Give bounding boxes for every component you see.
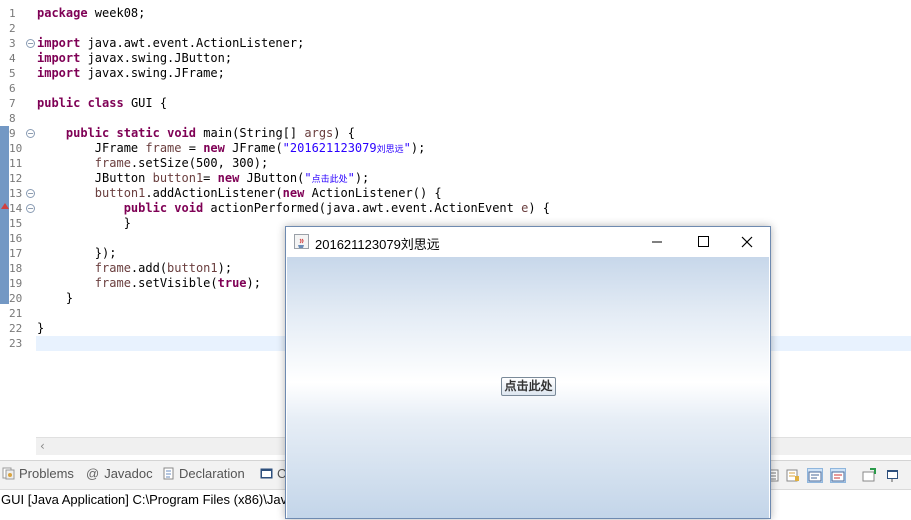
window-title-bar[interactable]: 201621123079刘思远: [286, 227, 770, 257]
maximize-button[interactable]: [680, 227, 726, 257]
close-icon: [741, 236, 753, 248]
line-number: 1: [9, 7, 16, 20]
line-number: 18: [9, 262, 23, 275]
code-line[interactable]: import javax.swing.JFrame;: [37, 66, 225, 81]
line-number: 16: [9, 232, 23, 245]
problems-icon: [2, 467, 15, 480]
minimize-icon: [652, 241, 662, 243]
code-line[interactable]: frame.add(button1);: [37, 261, 232, 276]
console-icon: [260, 467, 273, 480]
jframe-window[interactable]: 201621123079刘思远 点击此处: [285, 226, 771, 519]
code-line[interactable]: package week08;: [37, 6, 145, 21]
line-number: 4: [9, 52, 16, 65]
code-line[interactable]: public class GUI {: [37, 96, 167, 111]
line-number: 12: [9, 172, 23, 185]
code-line[interactable]: }: [37, 321, 44, 336]
tab-problems[interactable]: Problems: [2, 466, 74, 481]
console-launch-label: GUI [Java Application] C:\Program Files …: [1, 492, 295, 507]
line-number: 21: [9, 307, 23, 320]
code-line[interactable]: }: [37, 291, 73, 306]
code-line[interactable]: public static void main(String[] args) {: [37, 126, 355, 141]
minimize-button[interactable]: [634, 227, 680, 257]
line-number: 9: [9, 127, 16, 140]
maximize-icon: [698, 236, 709, 247]
line-number: 17: [9, 247, 23, 260]
code-line[interactable]: frame.setVisible(true);: [37, 276, 261, 291]
code-line[interactable]: });: [37, 246, 117, 261]
line-number: 22: [9, 322, 23, 335]
code-line[interactable]: import java.awt.event.ActionListener;: [37, 36, 304, 51]
line-number: 20: [9, 292, 23, 305]
code-line[interactable]: frame.setSize(500, 300);: [37, 156, 268, 171]
close-button[interactable]: [724, 227, 770, 257]
line-number: 14: [9, 202, 23, 215]
line-number: 5: [9, 67, 16, 80]
code-line[interactable]: button1.addActionListener(new ActionList…: [37, 186, 442, 201]
line-number: 11: [9, 157, 23, 170]
window-title: 201621123079刘思远: [315, 237, 440, 252]
tab-declaration[interactable]: Declaration: [162, 466, 245, 481]
fold-collapse-icon[interactable]: −: [26, 39, 35, 48]
line-number: 6: [9, 82, 16, 95]
line-number: 2: [9, 22, 16, 35]
click-here-button[interactable]: 点击此处: [501, 377, 556, 396]
line-number: 19: [9, 277, 23, 290]
content-pane: 点击此处: [287, 257, 769, 518]
tab-console[interactable]: C: [260, 466, 286, 481]
open-console-icon[interactable]: [885, 468, 901, 483]
tab-javadoc[interactable]: @ Javadoc: [86, 466, 153, 481]
show-console-stderr-icon[interactable]: [830, 468, 846, 483]
line-number: 7: [9, 97, 16, 110]
fold-collapse-icon[interactable]: −: [26, 189, 35, 198]
line-number: 23: [9, 337, 23, 350]
java-cup-icon: [294, 234, 309, 249]
line-number: 8: [9, 112, 16, 125]
fold-collapse-icon[interactable]: −: [26, 204, 35, 213]
pin-console-icon[interactable]: [861, 468, 877, 483]
override-indicator-icon: [1, 203, 9, 209]
word-wrap-icon[interactable]: [785, 468, 801, 483]
code-line[interactable]: public void actionPerformed(java.awt.eve…: [37, 201, 550, 216]
line-number: 13: [9, 187, 23, 200]
quick-diff-strip: [0, 126, 9, 304]
code-line[interactable]: import javax.swing.JButton;: [37, 51, 232, 66]
line-number: 3: [9, 37, 16, 50]
declaration-icon: [162, 467, 175, 480]
show-console-stdout-icon[interactable]: [807, 468, 823, 483]
fold-collapse-icon[interactable]: −: [26, 129, 35, 138]
javadoc-icon: @: [86, 466, 100, 481]
scroll-left-icon[interactable]: ‹: [40, 439, 45, 453]
line-number: 10: [9, 142, 23, 155]
line-number: 15: [9, 217, 23, 230]
code-line[interactable]: }: [37, 216, 131, 231]
